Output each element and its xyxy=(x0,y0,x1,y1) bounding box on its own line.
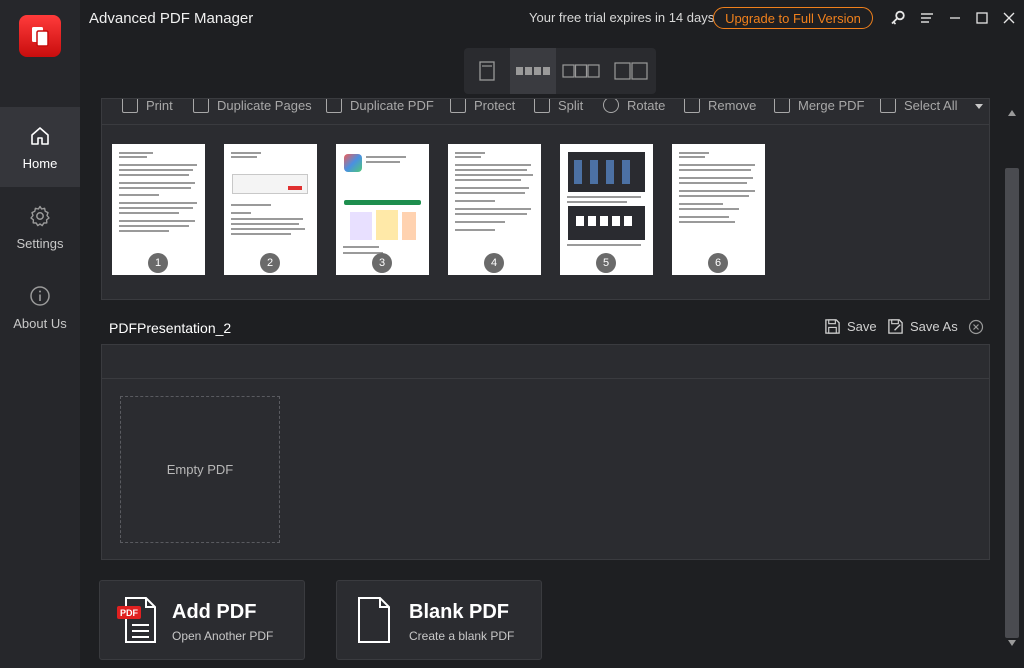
document-name: PDFPresentation_2 xyxy=(109,320,232,336)
action-label: Remove xyxy=(708,99,757,113)
maximize-icon[interactable] xyxy=(973,9,991,27)
split-icon xyxy=(534,99,550,113)
document-toolbar xyxy=(101,344,990,379)
app-title: Advanced PDF Manager xyxy=(89,10,254,27)
page-thumbnail[interactable]: 4 xyxy=(448,144,541,275)
floppy-disk-icon xyxy=(825,319,840,334)
menu-icon[interactable] xyxy=(918,9,936,27)
page-number-badge: 4 xyxy=(484,253,504,273)
blank-pdf-title: Blank PDF xyxy=(409,601,510,623)
add-pdf-title: Add PDF xyxy=(172,601,257,623)
save-as-icon xyxy=(888,319,903,334)
action-label: Duplicate PDF xyxy=(350,99,434,113)
page-thumbnail[interactable]: 6 xyxy=(672,144,765,275)
sidebar-item-label: Settings xyxy=(16,235,64,251)
scroll-down-arrow-icon[interactable] xyxy=(1008,640,1016,646)
protect-button[interactable]: Protect xyxy=(450,99,515,113)
duplicate-pdf-button[interactable]: Duplicate PDF xyxy=(326,99,434,113)
pages-panel: Print Duplicate Pages Duplicate PDF Prot… xyxy=(101,98,990,300)
rotate-icon xyxy=(603,99,619,113)
scroll-up-arrow-icon[interactable] xyxy=(1008,110,1016,116)
vertical-scrollbar[interactable] xyxy=(1003,98,1021,660)
trial-notice: Your free trial expires in 14 days xyxy=(529,10,715,25)
duplicate-pages-icon xyxy=(193,99,209,113)
page-thumbnail[interactable]: 2 xyxy=(224,144,317,275)
upgrade-button[interactable]: Upgrade to Full Version xyxy=(713,7,873,29)
two-pages-view-icon xyxy=(614,62,648,80)
print-button[interactable]: Print xyxy=(122,99,173,113)
document-pages-panel: Empty PDF xyxy=(101,378,990,560)
close-document-icon[interactable] xyxy=(968,319,984,335)
view-mode-switch xyxy=(464,48,656,94)
app-logo xyxy=(19,15,61,57)
save-label: Save xyxy=(847,319,877,334)
view-single-page-button[interactable] xyxy=(464,48,510,94)
empty-pdf-label: Empty PDF xyxy=(166,462,234,477)
remove-button[interactable]: Remove xyxy=(684,99,756,113)
add-pdf-subtitle: Open Another PDF xyxy=(172,629,274,643)
page-number-badge: 6 xyxy=(708,253,728,273)
info-icon xyxy=(30,285,50,306)
action-label: Select All xyxy=(904,99,958,113)
empty-pdf-dropzone[interactable]: Empty PDF xyxy=(120,396,280,543)
action-label: Split xyxy=(558,99,584,113)
action-label: Duplicate Pages xyxy=(217,99,312,113)
close-icon[interactable] xyxy=(1000,9,1018,27)
sidebar-item-about-us[interactable]: About Us xyxy=(0,267,80,347)
remove-icon xyxy=(684,99,700,113)
merge-icon xyxy=(774,99,790,113)
save-as-label: Save As xyxy=(910,319,958,334)
minimize-icon[interactable] xyxy=(946,9,964,27)
add-pdf-button[interactable]: PDF Add PDF Open Another PDF xyxy=(99,580,305,660)
single-page-view-icon xyxy=(479,61,495,81)
key-icon[interactable] xyxy=(889,9,907,27)
pdf-badge-text: PDF xyxy=(120,608,139,618)
action-label: Rotate xyxy=(627,99,666,113)
blank-page-icon xyxy=(358,597,390,643)
view-three-pages-button[interactable] xyxy=(556,48,606,94)
add-pdf-icon: PDF xyxy=(117,597,156,643)
page-thumbnail[interactable]: 3 xyxy=(336,144,429,275)
view-filmstrip-button[interactable] xyxy=(510,48,556,94)
page-number-badge: 3 xyxy=(372,253,392,273)
title-bar: Advanced PDF Manager Your free trial exp… xyxy=(80,0,1024,36)
scrollbar-thumb[interactable] xyxy=(1005,168,1019,638)
action-label: Merge PDF xyxy=(798,99,865,113)
view-two-pages-button[interactable] xyxy=(606,48,656,94)
sidebar-item-label: About Us xyxy=(13,315,67,331)
printer-icon xyxy=(122,99,138,113)
blank-pdf-button[interactable]: Blank PDF Create a blank PDF xyxy=(336,580,542,660)
gear-icon xyxy=(30,205,50,226)
sidebar: Home Settings About Us xyxy=(0,0,80,668)
merge-pdf-button[interactable]: Merge PDF xyxy=(774,99,864,113)
sidebar-item-label: Home xyxy=(22,155,58,171)
sidebar-item-settings[interactable]: Settings xyxy=(0,187,80,267)
page-thumbnail[interactable]: 1 xyxy=(112,144,205,275)
toolbar-scroll-caret[interactable] xyxy=(975,104,983,109)
page-number-badge: 2 xyxy=(260,253,280,273)
filmstrip-view-icon xyxy=(516,67,550,75)
split-button[interactable]: Split xyxy=(534,99,583,113)
blank-pdf-subtitle: Create a blank PDF xyxy=(409,629,515,643)
save-as-button[interactable]: Save As xyxy=(887,318,958,335)
pdf-logo-icon xyxy=(32,27,49,47)
page-number-badge: 1 xyxy=(148,253,168,273)
rotate-button[interactable]: Rotate xyxy=(603,99,665,113)
app-window: Home Settings About Us Advanced PDF Mana… xyxy=(0,0,1024,668)
sidebar-item-home[interactable]: Home xyxy=(0,107,80,187)
select-all-icon xyxy=(880,99,896,113)
page-actions-toolbar: Print Duplicate Pages Duplicate PDF Prot… xyxy=(102,99,989,125)
select-all-button[interactable]: Select All xyxy=(880,99,957,113)
home-icon xyxy=(31,126,49,145)
action-label: Protect xyxy=(474,99,516,113)
three-pages-view-icon xyxy=(562,64,600,78)
page-number-badge: 5 xyxy=(596,253,616,273)
action-label: Print xyxy=(146,99,173,113)
duplicate-pdf-icon xyxy=(326,99,342,113)
page-thumbnail[interactable]: 5 xyxy=(560,144,653,275)
duplicate-pages-button[interactable]: Duplicate Pages xyxy=(193,99,312,113)
lock-icon xyxy=(450,99,466,113)
save-button[interactable]: Save xyxy=(824,318,877,335)
